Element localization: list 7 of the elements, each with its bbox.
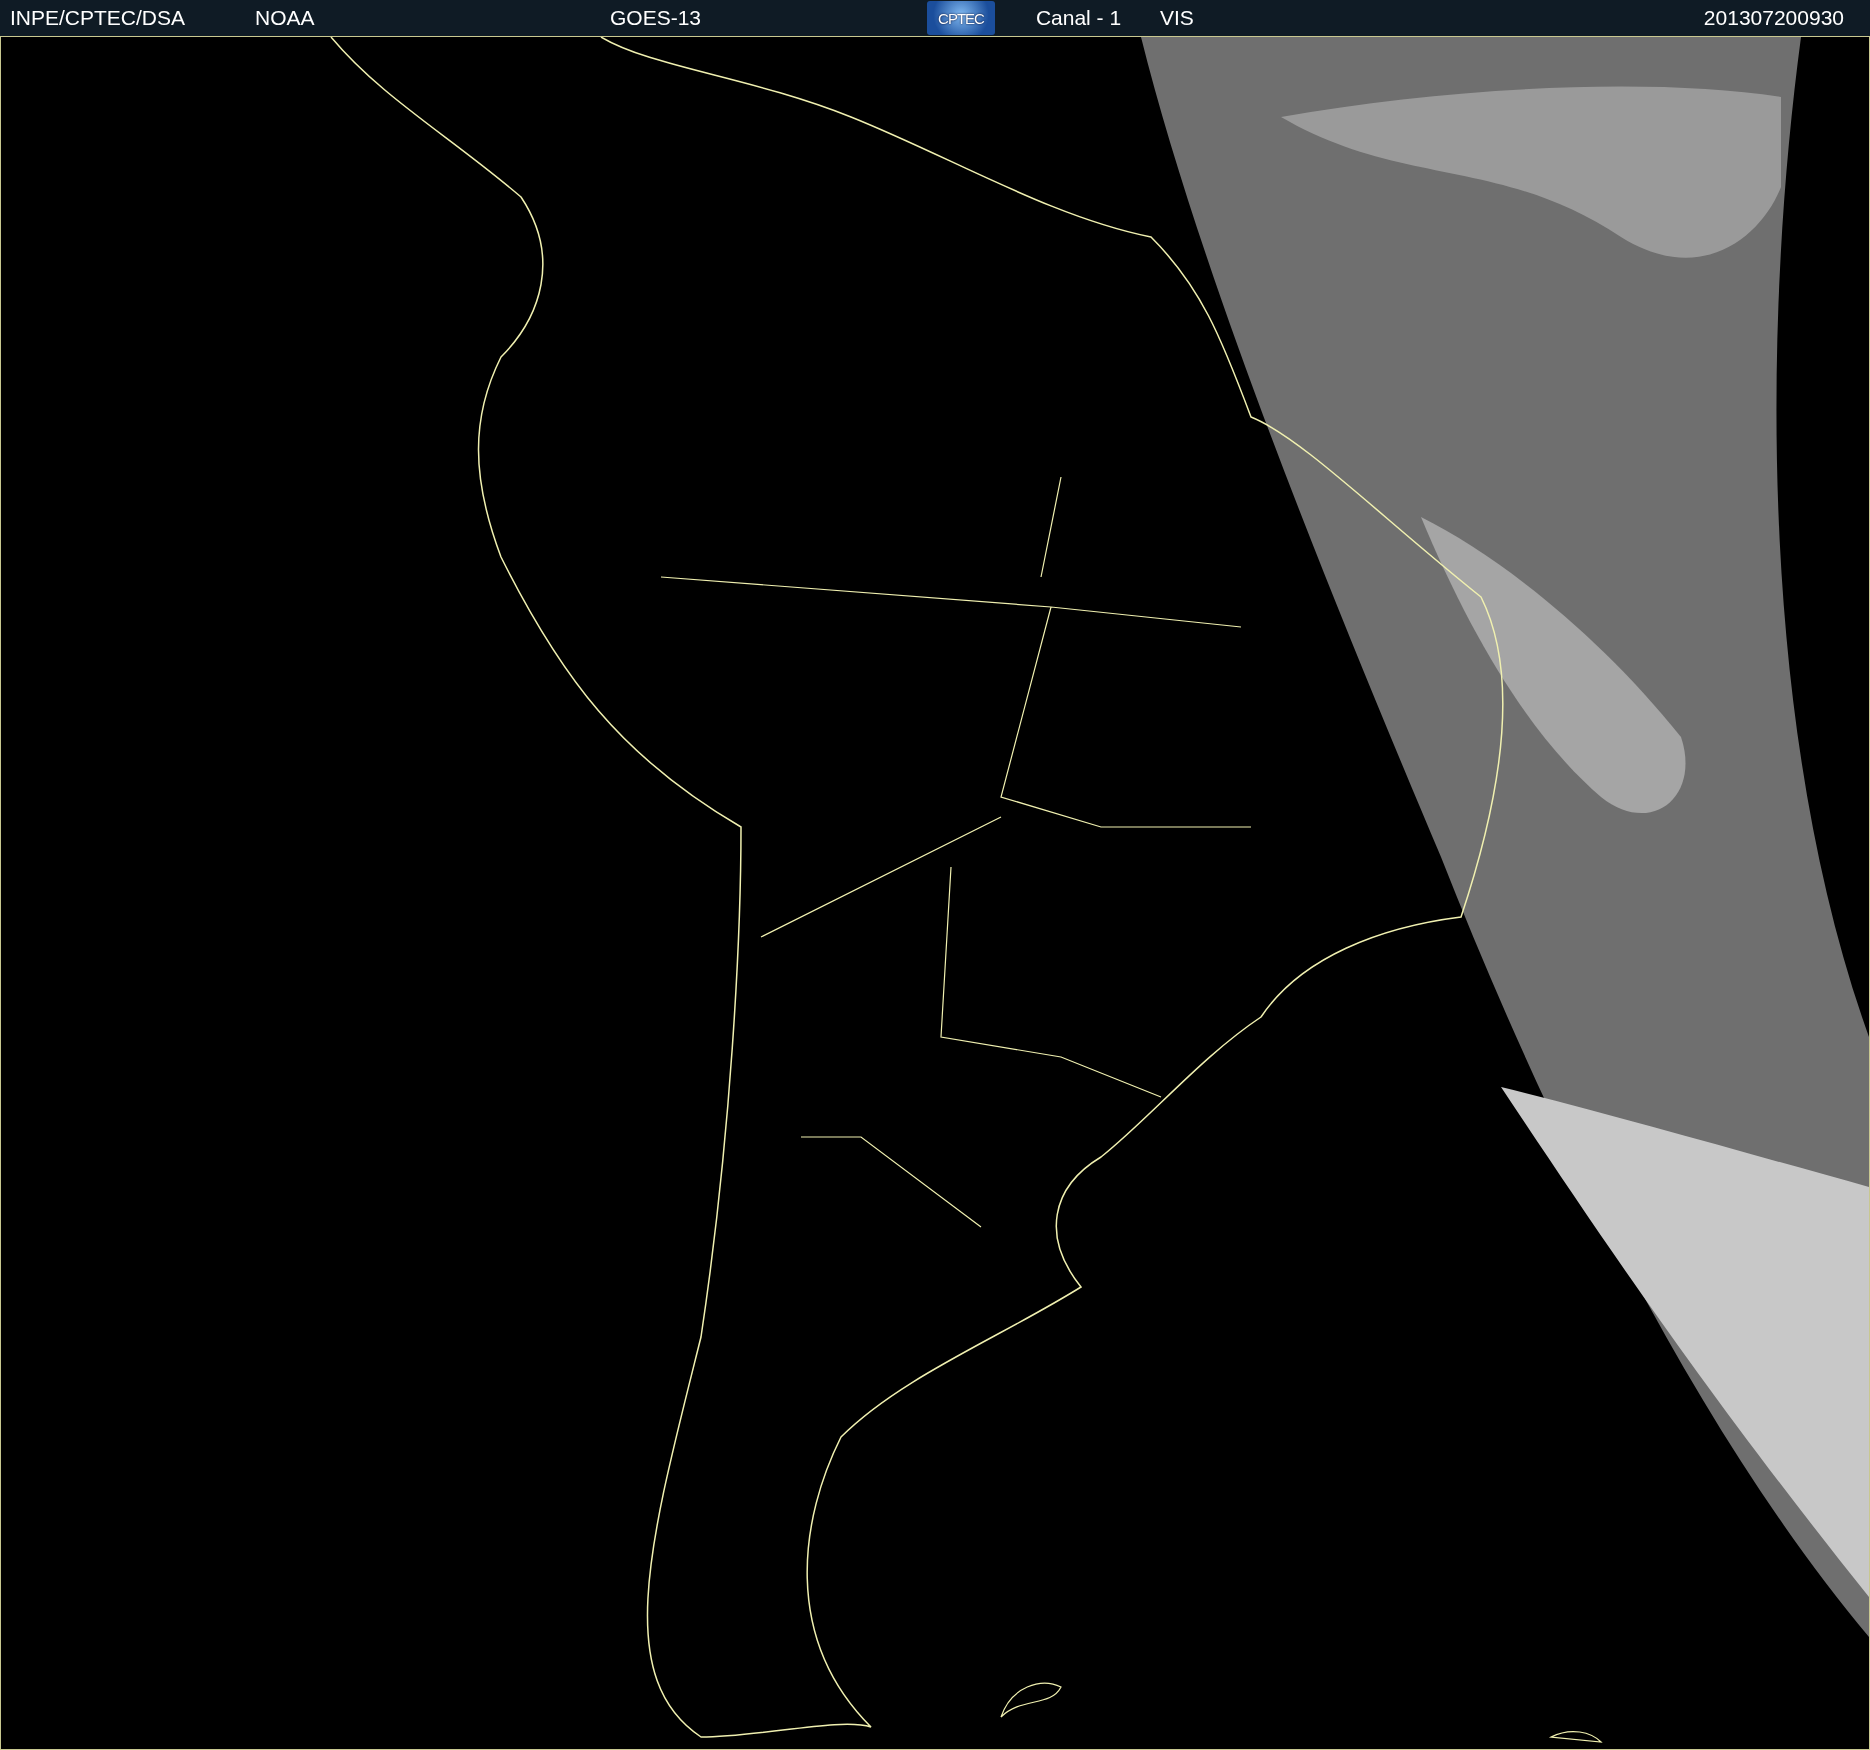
band-label: VIS bbox=[1160, 6, 1194, 30]
channel-label: Canal - 1 bbox=[1035, 6, 1122, 30]
source-label: INPE/CPTEC/DSA bbox=[10, 6, 186, 30]
timestamp-label: 201307200930 bbox=[1703, 6, 1845, 30]
agency-label: NOAA bbox=[255, 6, 315, 30]
satellite-label: GOES-13 bbox=[610, 6, 702, 30]
logo: CPTEC bbox=[927, 1, 995, 35]
